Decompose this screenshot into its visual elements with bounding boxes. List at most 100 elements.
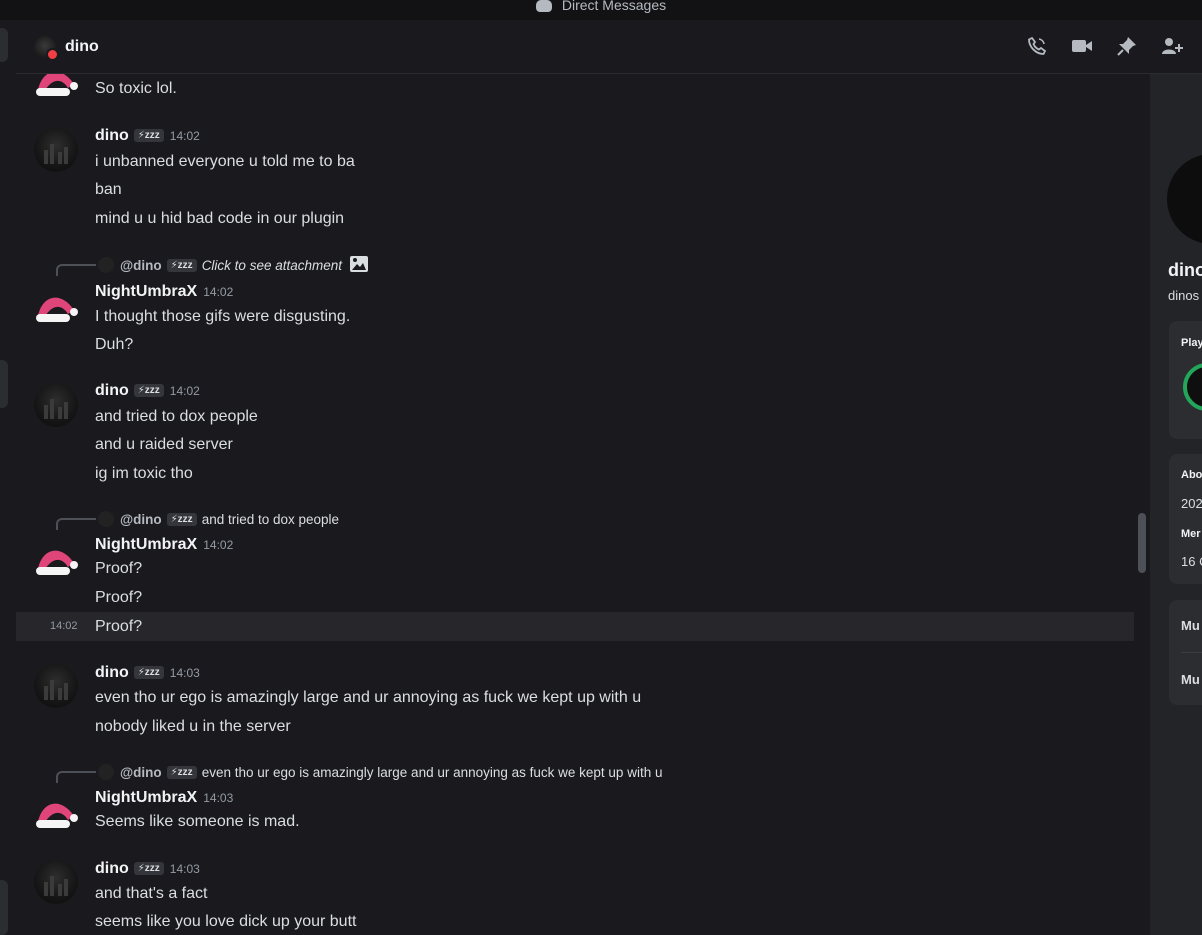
author-name[interactable]: NightUmbraX [95, 283, 197, 300]
activity-card: Play [1169, 321, 1202, 439]
dino-avatar[interactable] [34, 860, 78, 904]
author-name[interactable]: dino [95, 664, 129, 681]
video-call-icon[interactable] [1071, 36, 1092, 57]
hovered-message-row[interactable] [16, 612, 1134, 641]
about-value: 202 [1181, 496, 1202, 511]
message-author[interactable]: NightUmbraX 14:02 [95, 283, 233, 301]
game-icon[interactable] [1183, 363, 1202, 411]
message-text: nobody liked u in the server [95, 718, 291, 735]
divider [1181, 652, 1202, 653]
about-card: Abo 202 Mer 16 C [1169, 454, 1202, 584]
reply-spine [56, 518, 96, 530]
message-author[interactable]: NightUmbraX 14:03 [95, 789, 233, 807]
clan-tag-badge: ⚡zzz [166, 258, 197, 272]
message-text: seems like you love dick up your butt [95, 913, 357, 930]
message-text: Seems like someone is mad. [95, 813, 300, 830]
message-text: and tried to dox people [95, 408, 258, 425]
phone-call-icon[interactable] [1026, 36, 1047, 57]
message-timestamp[interactable]: 14:02 [203, 285, 233, 299]
santa-hat-avatar[interactable] [34, 788, 78, 832]
message-text: Proof? [95, 589, 143, 606]
author-name[interactable]: dino [95, 860, 129, 877]
author-name[interactable]: dino [95, 127, 129, 144]
message-text: So toxic lol. [95, 80, 177, 97]
server-pill[interactable] [0, 28, 8, 62]
clan-tag-badge: ⚡zzz [166, 512, 197, 526]
reply-spine [56, 264, 96, 276]
message-list[interactable]: So toxic lol. dino ⚡zzz 14:02 i unbanned e… [16, 74, 1134, 935]
dino-avatar[interactable] [34, 383, 78, 427]
about-label: Abo [1181, 469, 1202, 481]
mutual-card: Mu Mu [1169, 600, 1202, 705]
message-text: ig im toxic tho [95, 465, 193, 482]
clan-tag-badge[interactable]: ⚡zzz [133, 129, 164, 142]
message-timestamp[interactable]: 14:02 [203, 538, 233, 552]
author-name[interactable]: NightUmbraX [95, 789, 197, 806]
dino-avatar[interactable] [34, 128, 78, 172]
message-timestamp[interactable]: 14:03 [170, 862, 200, 876]
discord-logo-icon [535, 0, 552, 12]
reply-text[interactable]: Click to see attachment [202, 258, 342, 273]
author-name[interactable]: dino [95, 382, 129, 399]
message-timestamp[interactable]: 14:02 [170, 384, 200, 398]
reply-mention[interactable]: @dino [120, 258, 162, 273]
message-text: i unbanned everyone u told me to ba [95, 153, 355, 170]
reply-mention[interactable]: @dino [120, 512, 162, 527]
message-author[interactable]: dino ⚡zzz 14:03 [95, 664, 200, 682]
reply-preview[interactable]: @dino ⚡zzz Click to see attachment [56, 253, 369, 277]
reply-spine [56, 771, 96, 783]
dm-name[interactable]: dino [65, 38, 99, 56]
author-name[interactable]: NightUmbraX [95, 536, 197, 553]
santa-hat-avatar[interactable] [34, 74, 78, 100]
dnd-status-icon [46, 47, 59, 61]
message-text: even tho ur ego is amazingly large and u… [95, 689, 642, 706]
message-author[interactable]: NightUmbraX 14:02 [95, 536, 233, 554]
reply-avatar [98, 257, 114, 273]
message-author[interactable]: dino ⚡zzz 14:02 [95, 382, 200, 400]
message-text: ban [95, 181, 122, 198]
activity-label: Play [1181, 337, 1202, 349]
profile-panel: dino dinos Play Abo 202 Mer 16 C Mu Mu [1150, 74, 1202, 935]
member-since-value: 16 C [1181, 554, 1202, 569]
reply-preview[interactable]: @dino ⚡zzz and tried to dox people [56, 507, 339, 531]
dino-avatar[interactable] [34, 664, 78, 708]
message-text: mind u u hid bad code in our plugin [95, 210, 345, 227]
message-text: Proof? [95, 618, 143, 635]
mutual-friends-link[interactable]: Mu [1181, 672, 1200, 687]
mutual-servers-link[interactable]: Mu [1181, 618, 1200, 633]
santa-hat-avatar[interactable] [34, 535, 78, 579]
message-timestamp[interactable]: 14:02 [170, 129, 200, 143]
message-author[interactable]: dino ⚡zzz 14:02 [95, 127, 200, 145]
message-text: Duh? [95, 336, 134, 353]
title-bar: Direct Messages [0, 0, 1202, 20]
member-since-label: Mer [1181, 528, 1201, 540]
profile-username: dinos [1168, 288, 1200, 303]
message-author[interactable]: dino ⚡zzz 14:03 [95, 860, 200, 878]
server-pill[interactable] [0, 880, 8, 935]
reply-mention[interactable]: @dino [120, 765, 162, 780]
server-pill[interactable] [0, 360, 8, 408]
reply-text[interactable]: and tried to dox people [202, 512, 339, 527]
message-text: I thought those gifs were disgusting. [95, 308, 351, 325]
clan-tag-badge[interactable]: ⚡zzz [133, 666, 164, 679]
reply-preview[interactable]: @dino ⚡zzz even tho ur ego is amazingly … [56, 760, 662, 784]
channel-header: dino [16, 20, 1202, 74]
profile-avatar[interactable] [1162, 149, 1202, 249]
hover-timestamp: 14:02 [50, 620, 78, 632]
clan-tag-badge[interactable]: ⚡zzz [133, 862, 164, 875]
message-text: and that's a fact [95, 885, 208, 902]
pin-icon[interactable] [1116, 36, 1137, 57]
clan-tag-badge: ⚡zzz [166, 765, 197, 779]
reply-text[interactable]: even tho ur ego is amazingly large and u… [202, 765, 663, 780]
add-friends-icon[interactable] [1161, 36, 1183, 57]
profile-display-name: dino [1168, 260, 1202, 280]
message-timestamp[interactable]: 14:03 [170, 666, 200, 680]
dm-avatar[interactable] [34, 35, 59, 61]
message-timestamp[interactable]: 14:03 [203, 791, 233, 805]
message-text: and u raided server [95, 436, 233, 453]
chat-scrollbar-thumb[interactable] [1138, 513, 1146, 573]
clan-tag-badge[interactable]: ⚡zzz [133, 384, 164, 397]
santa-hat-avatar[interactable] [34, 282, 78, 326]
reply-avatar [98, 764, 114, 780]
message-text: Proof? [95, 560, 143, 577]
